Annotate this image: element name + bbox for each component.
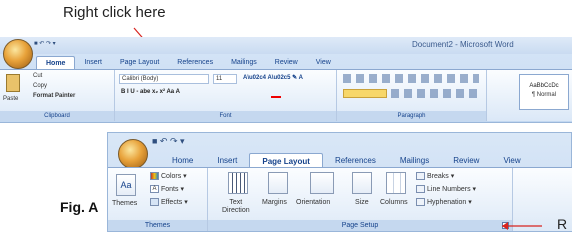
breaks-icon <box>416 172 425 181</box>
fonts-button[interactable]: A Fonts ▾ <box>150 185 184 194</box>
effects-icon <box>150 198 159 207</box>
effects-label: Effects <box>161 199 183 206</box>
themes-icon: Aa <box>116 174 136 196</box>
font-grow-icon[interactable]: A\u02c4 A\u02c5 ✎ A <box>243 74 303 81</box>
tab-insert[interactable]: Insert <box>75 56 111 69</box>
tab-references[interactable]: References <box>168 56 222 69</box>
word-ribbon-zoomed: ■ ↶ ↷ ▾ Home Insert Page Layout Referenc… <box>107 132 572 232</box>
tab-review-zoomed[interactable]: Review <box>441 153 491 167</box>
font-group: Calibri (Body) 11 A\u02c4 A\u02c5 ✎ A B … <box>115 70 337 121</box>
breaks-button[interactable]: Breaks ▾ <box>416 172 454 181</box>
text-direction-line2: Direction <box>222 207 250 214</box>
tab-mailings-zoomed[interactable]: Mailings <box>388 153 441 167</box>
style-normal[interactable]: AaBbCcDc ¶ Normal <box>519 74 569 110</box>
font-group-label: Font <box>115 111 336 121</box>
instruction-text: Right click here <box>63 4 166 21</box>
hyphenation-button[interactable]: Hyphenation ▾ <box>416 198 472 207</box>
figure-label: Fig. A <box>60 199 99 215</box>
paste-button[interactable]: Paste <box>3 96 18 102</box>
paste-icon <box>6 74 20 92</box>
font-format-buttons[interactable]: B I U - abe x₂ x² Aa A <box>121 89 180 95</box>
cut-button[interactable]: Cut <box>33 73 42 79</box>
font-name-box[interactable]: Calibri (Body) <box>119 74 209 84</box>
tab-review[interactable]: Review <box>266 56 307 69</box>
fonts-label: Fonts <box>161 186 179 193</box>
font-size-box[interactable]: 11 <box>213 74 237 84</box>
quick-access-toolbar-zoomed[interactable]: ■ ↶ ↷ ▾ <box>152 136 185 147</box>
pointer-arrow-right-icon <box>502 222 542 230</box>
paragraph-group: Paragraph <box>337 70 487 121</box>
office-button[interactable] <box>3 39 33 69</box>
copy-button[interactable]: Copy <box>33 83 47 89</box>
tab-home[interactable]: Home <box>36 56 76 69</box>
tab-page-layout-zoomed[interactable]: Page Layout <box>249 153 323 167</box>
clipboard-group: Paste Cut Copy Format Painter Clipboard <box>0 70 115 121</box>
title-bar: ■ ↶ ↷ ▾ Document2 - Microsoft Word <box>0 37 572 54</box>
colors-icon <box>150 172 159 181</box>
hyphenation-icon <box>416 198 425 207</box>
colors-button[interactable]: Colors ▾ <box>150 172 187 181</box>
columns-button[interactable]: Columns <box>380 199 408 206</box>
hyphenation-label: Hyphenation <box>427 199 467 206</box>
list-buttons-icon[interactable] <box>343 74 479 83</box>
colors-label: Colors <box>161 173 182 180</box>
line-numbers-button[interactable]: Line Numbers ▾ <box>416 185 476 194</box>
align-left-icon[interactable] <box>343 89 387 98</box>
format-painter-button[interactable]: Format Painter <box>33 93 75 99</box>
tab-references-zoomed[interactable]: References <box>323 153 388 167</box>
columns-icon <box>386 172 406 194</box>
size-button[interactable]: Size <box>355 199 369 206</box>
orientation-button[interactable]: Orientation <box>296 199 330 206</box>
ribbon-tabs: Home Insert Page Layout References Maili… <box>36 54 340 69</box>
ribbon-tabs-zoomed: Home Insert Page Layout References Maili… <box>160 151 533 167</box>
window-title: Document2 - Microsoft Word <box>412 40 514 49</box>
quick-access-toolbar[interactable]: ■ ↶ ↷ ▾ <box>34 40 56 47</box>
fonts-icon: A <box>150 185 159 194</box>
instruction-text-right: R <box>557 216 568 232</box>
office-button-zoomed[interactable] <box>118 139 148 169</box>
tab-mailings[interactable]: Mailings <box>222 56 266 69</box>
breaks-label: Breaks <box>427 173 449 180</box>
page-setup-group-label: Page Setup <box>208 220 512 231</box>
tab-view-zoomed[interactable]: View <box>491 153 532 167</box>
text-direction-line1: Text <box>229 199 243 206</box>
text-direction-icon <box>228 172 248 194</box>
margins-icon <box>268 172 288 194</box>
line-numbers-label: Line Numbers <box>427 186 471 193</box>
themes-button[interactable]: Themes <box>112 200 137 207</box>
size-icon <box>352 172 372 194</box>
align-buttons-icon[interactable] <box>391 89 477 98</box>
themes-group: Aa Themes Colors ▾ A Fonts ▾ Effects ▾ Th… <box>108 168 208 231</box>
effects-button[interactable]: Effects ▾ <box>150 198 188 207</box>
line-numbers-icon <box>416 185 425 194</box>
orientation-icon <box>310 172 334 194</box>
style-name: ¶ Normal <box>531 92 557 98</box>
style-preview: AaBbCcDc <box>529 83 559 89</box>
clipboard-group-label: Clipboard <box>0 111 114 121</box>
word-ribbon-top: ■ ↶ ↷ ▾ Document2 - Microsoft Word Home … <box>0 37 572 123</box>
tab-home-zoomed[interactable]: Home <box>160 153 205 167</box>
page-setup-group: Text Direction Margins Orientation Size C… <box>208 168 513 231</box>
tab-view[interactable]: View <box>307 56 340 69</box>
paragraph-group-label: Paragraph <box>337 111 486 121</box>
margins-button[interactable]: Margins <box>262 199 287 206</box>
tab-page-layout[interactable]: Page Layout <box>111 56 168 69</box>
tab-insert-zoomed[interactable]: Insert <box>205 153 249 167</box>
ribbon-body: Paste Cut Copy Format Painter Clipboard … <box>0 69 572 121</box>
font-color-icon <box>271 96 281 98</box>
themes-group-label: Themes <box>108 220 207 231</box>
text-direction-button[interactable]: Text Direction <box>222 199 250 215</box>
